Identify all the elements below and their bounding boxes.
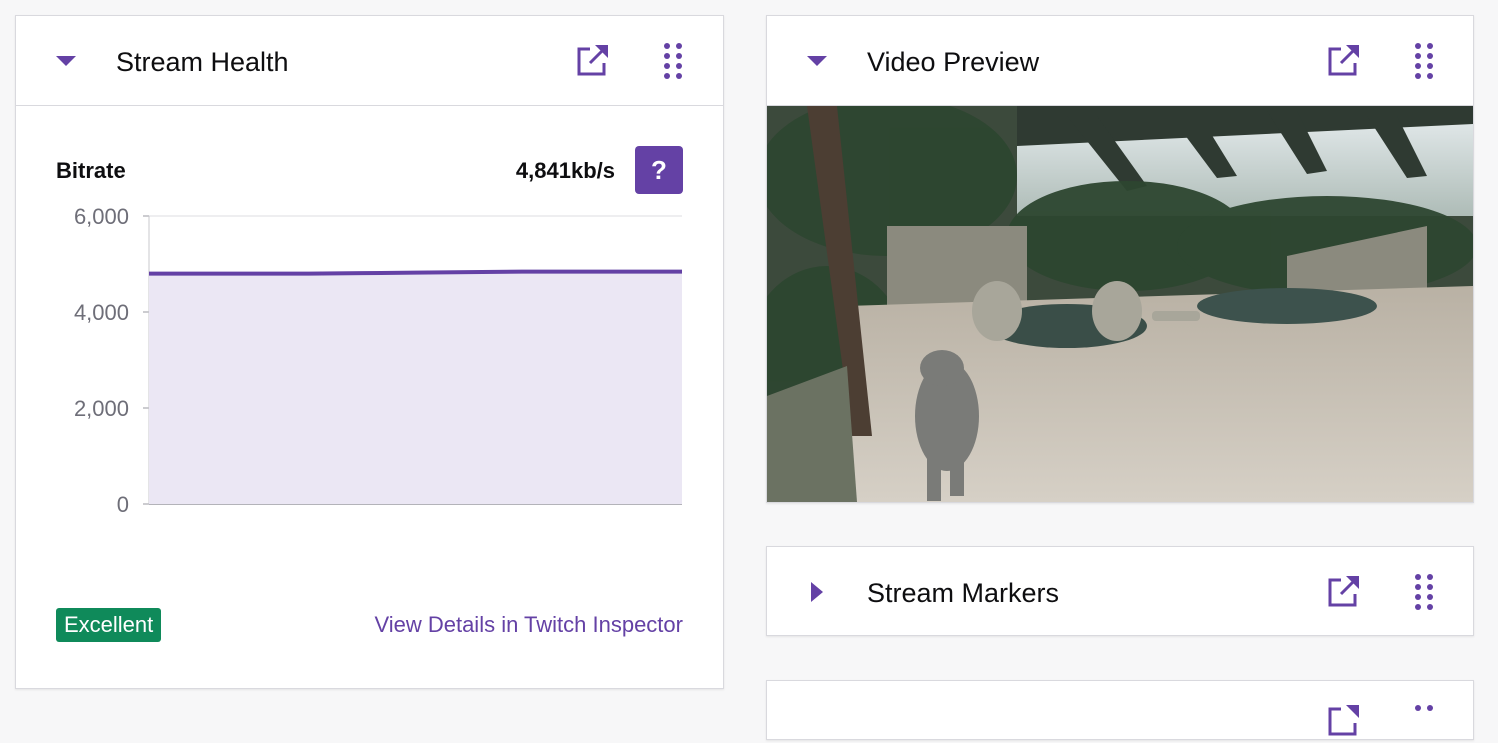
video-preview-title: Video Preview xyxy=(867,47,1040,77)
bitrate-chart: 0 2,000 4,000 6,000 xyxy=(74,206,682,517)
stream-markers-panel: Stream Markers xyxy=(766,546,1474,636)
stream-health-header: Stream Health xyxy=(16,16,723,106)
drag-handle-icon[interactable] xyxy=(1413,703,1435,743)
stream-health-title: Stream Health xyxy=(116,47,289,77)
bitrate-value: 4,841kb/s xyxy=(515,158,615,183)
popout-icon[interactable] xyxy=(1327,574,1361,608)
stream-markers-title: Stream Markers xyxy=(867,578,1060,608)
next-panel-partial xyxy=(766,680,1474,740)
stream-markers-header: Stream Markers xyxy=(767,547,1473,637)
caret-down-icon[interactable] xyxy=(54,52,78,72)
caret-right-icon[interactable] xyxy=(807,582,831,602)
caret-down-icon[interactable] xyxy=(805,52,829,72)
chart-y-tick-label: 0 xyxy=(117,492,129,517)
popout-icon[interactable] xyxy=(576,43,610,77)
video-preview-panel: Video Preview xyxy=(766,15,1474,503)
twitch-inspector-link[interactable]: View Details in Twitch Inspector xyxy=(374,612,683,638)
bitrate-label: Bitrate xyxy=(56,158,126,183)
chart-area-fill xyxy=(149,271,682,504)
video-preview-header: Video Preview xyxy=(767,16,1473,106)
video-preview-frame[interactable] xyxy=(767,106,1473,502)
chart-y-tick-label: 6,000 xyxy=(74,206,129,229)
chart-series-line xyxy=(149,269,682,276)
drag-handle-icon[interactable] xyxy=(662,41,684,81)
status-badge: Excellent xyxy=(56,608,162,642)
bitrate-help-button[interactable]: ? xyxy=(635,146,683,194)
popout-icon[interactable] xyxy=(1327,703,1361,737)
drag-handle-icon[interactable] xyxy=(1413,572,1435,612)
drag-handle-icon[interactable] xyxy=(1413,41,1435,81)
chart-y-tick-label: 4,000 xyxy=(74,300,129,325)
chart-y-tick-label: 2,000 xyxy=(74,396,129,421)
popout-icon[interactable] xyxy=(1327,43,1361,77)
stream-health-panel: Stream Health Bitrate 4,841kb/s ? 0 2,000… xyxy=(15,15,724,689)
